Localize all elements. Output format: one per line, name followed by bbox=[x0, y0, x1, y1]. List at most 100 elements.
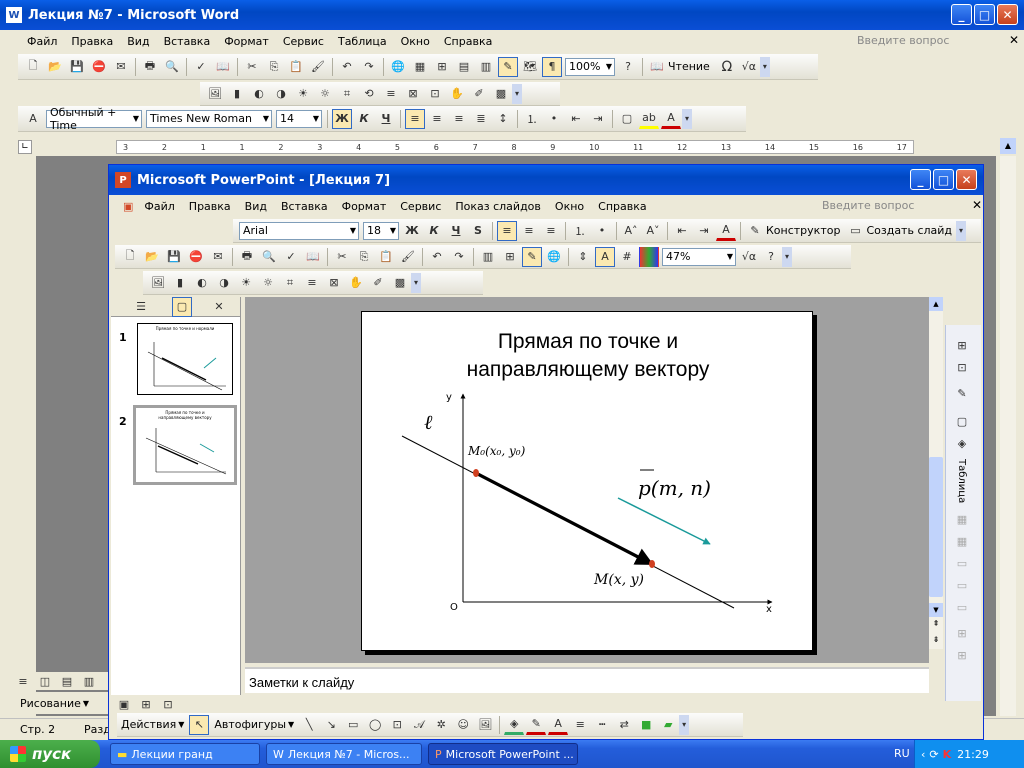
close-icon[interactable]: ✕ bbox=[997, 4, 1018, 25]
ppt-undo-icon[interactable]: ↶ bbox=[427, 247, 447, 267]
ppt-doc-close-icon[interactable]: ✕ bbox=[965, 198, 989, 212]
ppt-menu-edit[interactable]: Правка bbox=[182, 200, 238, 213]
insert-picture-icon[interactable]: 🖼 bbox=[205, 84, 225, 104]
ppt-tables-borders-icon[interactable]: ✎ bbox=[522, 246, 542, 267]
slide-scroll-down-icon[interactable]: ▼ bbox=[929, 603, 943, 617]
ppt-crop-icon[interactable]: ⌗ bbox=[280, 273, 300, 293]
slide-scroll-thumb[interactable] bbox=[929, 457, 943, 597]
menu-item-view[interactable]: Вид bbox=[120, 35, 156, 48]
font-color-icon[interactable]: A bbox=[661, 109, 681, 129]
ppt-format-picture-icon[interactable]: ✐ bbox=[368, 273, 388, 293]
align-left-icon[interactable]: ≡ bbox=[405, 108, 425, 129]
thumbnail-1[interactable]: Прямая по точке и нормали bbox=[137, 323, 233, 395]
new-slide-button[interactable]: Создать слайд bbox=[866, 224, 952, 237]
textbox-tool-icon[interactable]: ⊡ bbox=[387, 715, 407, 735]
3d-style-icon[interactable]: ▰ bbox=[658, 715, 678, 735]
print-preview-icon[interactable]: 🔍 bbox=[162, 57, 182, 77]
ppt-preview-icon[interactable]: 🔍 bbox=[259, 247, 279, 267]
ppt-bold-icon[interactable]: Ж bbox=[402, 221, 422, 241]
thumbnail-2[interactable]: Прямая по точке и направляющему вектору bbox=[133, 405, 237, 485]
paste-icon[interactable]: 📋 bbox=[286, 57, 306, 77]
arrow-tool-icon[interactable]: ↘ bbox=[321, 715, 341, 735]
new-slide-icon[interactable]: ▭ bbox=[845, 221, 865, 241]
ppt-menu-slideshow[interactable]: Показ слайдов bbox=[448, 200, 548, 213]
menu-item-edit[interactable]: Правка bbox=[64, 35, 120, 48]
align-center-icon[interactable]: ≡ bbox=[427, 109, 447, 129]
less-contrast-icon[interactable]: ◑ bbox=[271, 84, 291, 104]
ppt-less-brightness-icon[interactable]: ☼ bbox=[258, 273, 278, 293]
ppt-new-icon[interactable]: 🗋 bbox=[120, 247, 140, 267]
ppt-cut-icon[interactable]: ✂ bbox=[332, 247, 352, 267]
tray-antivirus-icon[interactable]: K bbox=[943, 748, 952, 761]
redo-icon[interactable]: ↷ bbox=[359, 57, 379, 77]
next-slide-icon[interactable]: ⇟ bbox=[929, 635, 943, 649]
tp-cell-icon-7[interactable]: ⊞ bbox=[952, 645, 972, 665]
more-contrast-icon[interactable]: ◐ bbox=[249, 84, 269, 104]
rectangle-tool-icon[interactable]: ▭ bbox=[343, 715, 363, 735]
ppt-menu-window[interactable]: Окно bbox=[548, 200, 591, 213]
arrow-style-icon[interactable]: ⇄ bbox=[614, 715, 634, 735]
ppt-shadow-icon[interactable]: S bbox=[468, 221, 488, 241]
word-scroll-up-icon[interactable]: ▲ bbox=[1000, 138, 1016, 154]
italic-icon[interactable]: К bbox=[354, 109, 374, 129]
ppt-show-formatting-icon[interactable]: A bbox=[595, 246, 615, 267]
language-indicator[interactable]: RU bbox=[894, 747, 910, 760]
ppt-redo-icon[interactable]: ↷ bbox=[449, 247, 469, 267]
ppt-font-size-select[interactable]: 18 ▼ bbox=[363, 221, 399, 240]
ppt-menu-format[interactable]: Формат bbox=[335, 200, 394, 213]
increase-indent-icon[interactable]: ⇥ bbox=[588, 109, 608, 129]
ppt-open-icon[interactable]: 📂 bbox=[142, 247, 162, 267]
ppt-insert-chart-icon[interactable]: ▥ bbox=[478, 247, 498, 267]
hyperlink-icon[interactable]: 🌐 bbox=[388, 57, 408, 77]
read-label[interactable]: Чтение bbox=[668, 60, 710, 73]
tp-cell-icon-6[interactable]: ⊞ bbox=[952, 623, 972, 643]
ppt-standard-options-icon[interactable]: ▾ bbox=[782, 246, 792, 267]
ppt-increase-indent-icon[interactable]: ⇥ bbox=[694, 221, 714, 241]
numbering-icon[interactable]: ⒈ bbox=[522, 109, 542, 129]
slides-pane-close-icon[interactable]: ✕ bbox=[209, 297, 229, 317]
print-icon[interactable]: 🖶 bbox=[140, 57, 160, 77]
copy-icon[interactable]: ⎘ bbox=[264, 57, 284, 77]
document-map-icon[interactable]: 🗺 bbox=[520, 57, 540, 77]
taskbar-item-ppt[interactable]: P Microsoft PowerPoint ... bbox=[428, 743, 578, 765]
font-size-select[interactable]: 14 ▼ bbox=[276, 109, 322, 128]
ppt-more-contrast-icon[interactable]: ◐ bbox=[192, 273, 212, 293]
align-right-icon[interactable]: ≡ bbox=[449, 109, 469, 129]
research-icon[interactable]: 📖 bbox=[213, 57, 233, 77]
ppt-minimize-icon[interactable]: _ bbox=[910, 169, 931, 190]
tp-fill-icon[interactable]: ◈ bbox=[952, 433, 972, 453]
clipart-tool-icon[interactable]: ☺ bbox=[453, 715, 473, 735]
font-select[interactable]: Times New Roman ▼ bbox=[146, 109, 272, 128]
ppt-hyperlink-icon[interactable]: 🌐 bbox=[544, 247, 564, 267]
actions-menu[interactable]: Действия bbox=[121, 718, 176, 731]
insert-excel-icon[interactable]: ▤ bbox=[454, 57, 474, 77]
outline-view-icon[interactable]: ▥ bbox=[79, 671, 99, 691]
ppt-decrease-indent-icon[interactable]: ⇤ bbox=[672, 221, 692, 241]
tp-cell-icon-4[interactable]: ▭ bbox=[952, 575, 972, 595]
line-color-icon[interactable]: ✎ bbox=[526, 715, 547, 735]
toolbar-options-icon[interactable]: ▾ bbox=[759, 56, 770, 77]
word-ask-box[interactable]: Введите вопрос bbox=[850, 34, 956, 47]
tp-cell-icon-1[interactable]: ▦ bbox=[952, 509, 972, 529]
tp-cell-icon-3[interactable]: ▭ bbox=[952, 553, 972, 573]
tp-table-edit-icon[interactable]: ⊡ bbox=[952, 357, 972, 377]
select-objects-icon[interactable]: ↖ bbox=[189, 714, 210, 735]
taskbar-item-word[interactable]: W Лекция №7 - Micros... bbox=[266, 743, 422, 765]
columns-icon[interactable]: ▥ bbox=[476, 57, 496, 77]
outline-tab-icon[interactable]: ☰ bbox=[131, 297, 151, 317]
rotate-icon[interactable]: ⟲ bbox=[359, 84, 379, 104]
word-titlebar[interactable]: W Лекция №7 - Microsoft Word _ □ ✕ bbox=[0, 0, 1024, 30]
start-button[interactable]: пуск bbox=[0, 740, 100, 768]
more-brightness-icon[interactable]: ☀ bbox=[293, 84, 313, 104]
ppt-research-icon[interactable]: 📖 bbox=[303, 247, 323, 267]
ppt-menu-file[interactable]: Файл bbox=[137, 200, 181, 213]
ppt-grid-icon[interactable]: # bbox=[617, 247, 637, 267]
ppt-picture-options-icon[interactable]: ▾ bbox=[411, 272, 421, 293]
bullets-icon[interactable]: • bbox=[544, 109, 564, 129]
ppt-copy-icon[interactable]: ⎘ bbox=[354, 247, 374, 267]
compress-icon[interactable]: ⊠ bbox=[403, 84, 423, 104]
designer-icon[interactable]: ✎ bbox=[745, 221, 765, 241]
ppt-format-painter-icon[interactable]: 🖌 bbox=[398, 247, 418, 267]
bold-icon[interactable]: Ж bbox=[332, 108, 352, 129]
text-wrap-icon[interactable]: ⊡ bbox=[425, 84, 445, 104]
